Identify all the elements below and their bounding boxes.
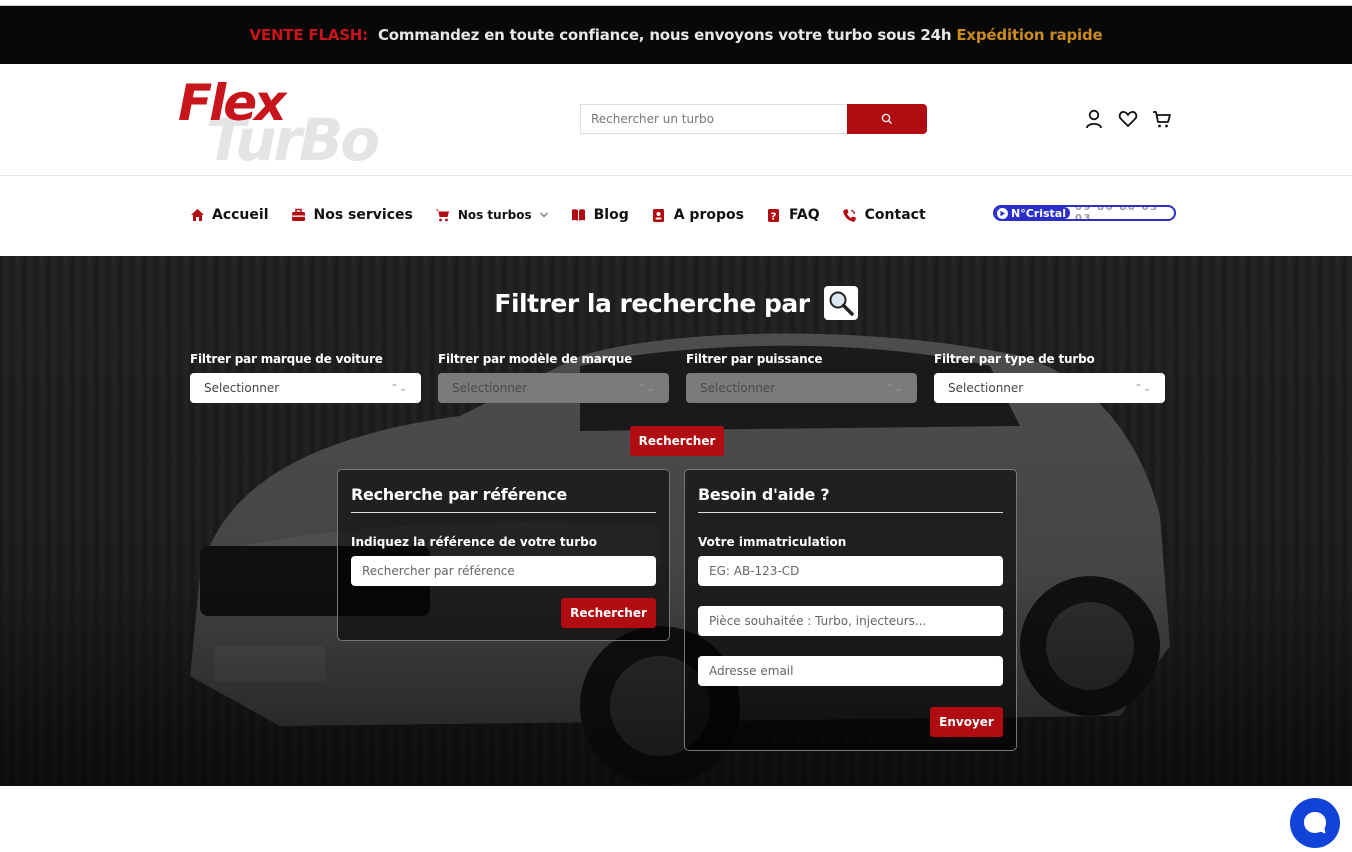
turbo-type-select[interactable]: Selectionner ⌃⌄ (934, 373, 1165, 403)
filter-label: Filtrer par type de turbo (934, 352, 1095, 366)
filter-power: Filtrer par puissance Selectionner ⌃⌄ (686, 352, 917, 403)
reference-input[interactable] (351, 556, 656, 586)
power-select[interactable]: Selectionner ⌃⌄ (686, 373, 917, 403)
select-chevron-icon: ⌃⌄ (638, 382, 655, 394)
brand-select[interactable]: Selectionner ⌃⌄ (190, 373, 421, 403)
flash-message: Commandez en toute confiance, nous envoy… (377, 26, 952, 44)
part-input[interactable] (698, 606, 1003, 636)
nav-label: Accueil (212, 207, 269, 223)
nav-label: Contact (864, 207, 926, 223)
help-panel: Besoin d'aide ? Votre immatriculation En… (684, 469, 1017, 751)
select-value: Selectionner (948, 381, 1024, 395)
plate-input[interactable] (698, 556, 1003, 586)
main-nav: Accueil Nos services Nos turbos Blog A p… (0, 176, 1352, 256)
hero-filter-section: Filtrer la recherche par Filtrer par mar… (0, 256, 1352, 786)
plate-label: Votre immatriculation (698, 535, 847, 549)
select-chevron-icon: ⌃⌄ (390, 382, 407, 394)
nav-item-services[interactable]: Nos services (291, 207, 413, 223)
filter-row: Filtrer par marque de voiture Selectionn… (190, 352, 1165, 403)
filter-label: Filtrer par marque de voiture (190, 352, 383, 366)
cristal-number: 09 80 80 03 03 (1074, 205, 1159, 221)
email-field[interactable] (698, 656, 1003, 686)
select-value: Selectionner (452, 381, 528, 395)
chat-bubble-icon (1304, 812, 1326, 834)
nav-label: FAQ (788, 207, 820, 223)
wishlist-heart-icon[interactable] (1118, 108, 1138, 130)
reference-label: Indiquez la référence de votre turbo (351, 535, 597, 549)
search-button[interactable] (847, 104, 927, 134)
svg-text:?: ? (771, 211, 777, 222)
reference-search-button[interactable]: Rechercher (561, 598, 656, 628)
magnifier-icon (823, 286, 858, 320)
cart-icon (435, 207, 451, 223)
cart-icon[interactable] (1152, 108, 1172, 130)
logo-flex-text: Flex (178, 74, 286, 132)
filter-title: Filtrer la recherche par (494, 288, 810, 318)
book-icon (571, 207, 587, 223)
panel-title: Besoin d'aide ? (698, 485, 1003, 513)
select-value: Selectionner (204, 381, 280, 395)
nav-label: A propos (673, 207, 744, 223)
hero-overlay (0, 256, 1352, 786)
cristal-label-box: N°Cristal (995, 207, 1070, 219)
filter-turbo-type: Filtrer par type de turbo Selectionner ⌃… (934, 352, 1165, 403)
search-bar (580, 104, 927, 134)
select-chevron-icon: ⌃⌄ (886, 382, 903, 394)
nav-item-accueil[interactable]: Accueil (189, 207, 269, 223)
nav-label: Nos services (313, 207, 413, 223)
nav-item-blog[interactable]: Blog (571, 207, 629, 223)
site-header: TurBo Flex (0, 64, 1352, 176)
nav-item-turbos[interactable]: Nos turbos (435, 207, 549, 223)
search-icon (881, 113, 892, 124)
question-icon: ? (766, 207, 782, 223)
send-button[interactable]: Envoyer (930, 707, 1003, 737)
filter-label: Filtrer par puissance (686, 352, 823, 366)
play-icon (997, 207, 1008, 219)
select-chevron-icon: ⌃⌄ (1134, 382, 1151, 394)
nav-item-contact[interactable]: Contact (842, 207, 926, 223)
filter-heading: Filtrer la recherche par (0, 286, 1352, 320)
filter-model: Filtrer par modèle de marque Selectionne… (438, 352, 669, 403)
reference-search-panel: Recherche par référence Indiquez la réfé… (337, 469, 670, 641)
toolbox-icon (291, 207, 307, 223)
search-input[interactable] (580, 104, 847, 134)
cristal-label: N°Cristal (1011, 206, 1066, 220)
id-card-icon (651, 207, 667, 223)
filter-search-button[interactable]: Rechercher (630, 426, 724, 456)
phone-icon (842, 207, 858, 223)
nav-label: Blog (593, 207, 629, 223)
nav-label: Nos turbos (457, 208, 532, 222)
panel-title: Recherche par référence (351, 485, 656, 513)
nav-item-apropos[interactable]: A propos (651, 207, 744, 223)
filter-label: Filtrer par modèle de marque (438, 352, 633, 366)
chevron-down-icon (539, 208, 549, 222)
header-icons (1084, 108, 1172, 130)
flash-banner: VENTE FLASH: Commandez en toute confianc… (0, 6, 1352, 64)
filter-brand: Filtrer par marque de voiture Selectionn… (190, 352, 421, 403)
chat-button[interactable] (1290, 798, 1340, 848)
flash-label: VENTE FLASH: (249, 26, 368, 44)
home-icon (189, 207, 205, 223)
nav-item-faq[interactable]: ? FAQ (766, 207, 820, 223)
logo[interactable]: TurBo Flex (176, 74, 431, 174)
flash-highlight: Expédition rapide (956, 26, 1103, 44)
cristal-phone-badge[interactable]: N°Cristal 09 80 80 03 03 (993, 205, 1176, 221)
account-icon[interactable] (1084, 108, 1104, 130)
select-value: Selectionner (700, 381, 776, 395)
model-select[interactable]: Selectionner ⌃⌄ (438, 373, 669, 403)
